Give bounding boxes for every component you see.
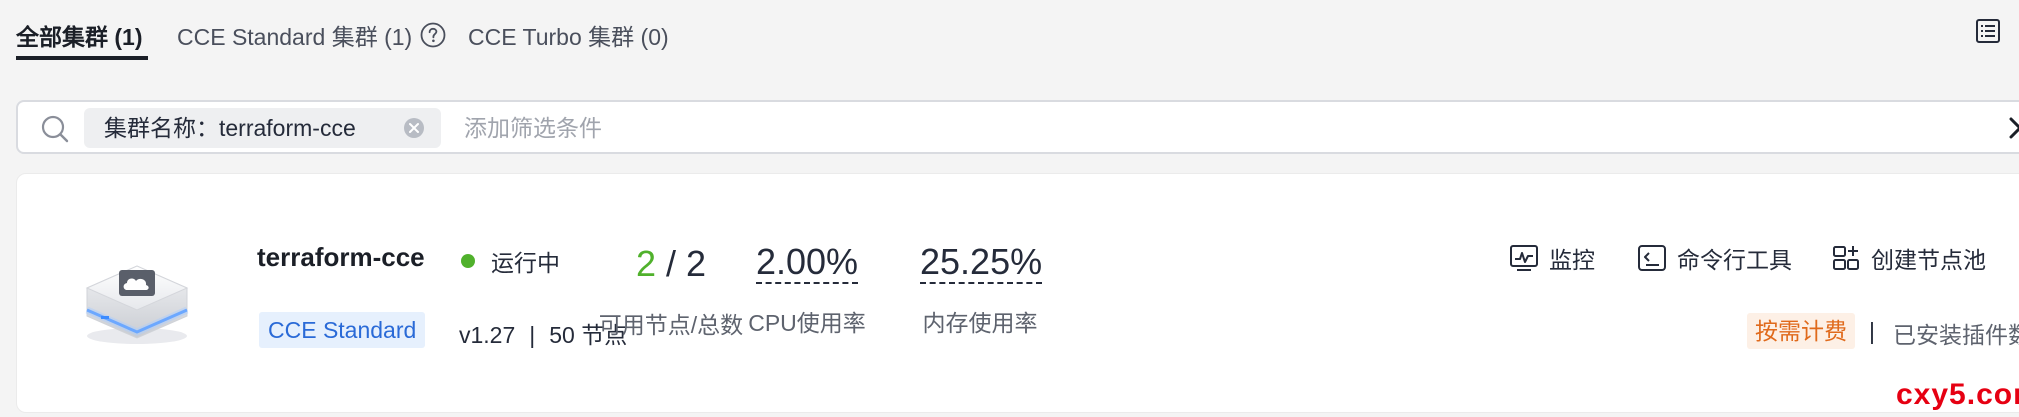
memory-metric: 25.25% 内存使用率 xyxy=(920,242,1043,338)
tab-all-clusters-label: 全部集群 (1) xyxy=(16,24,143,50)
memory-usage-value[interactable]: 25.25% xyxy=(920,242,1043,284)
tab-cce-turbo-label: CCE Turbo 集群 (0) xyxy=(468,24,669,50)
billing-mode-badge: 按需计费 xyxy=(1747,313,1855,349)
nodes-metric: 2 / 2 可用节点/总数 xyxy=(591,242,751,340)
monitor-icon xyxy=(1510,245,1538,271)
terminal-icon xyxy=(1638,245,1666,271)
status-dot-icon xyxy=(461,254,475,268)
nodes-metric-label: 可用节点/总数 xyxy=(598,312,744,338)
status-label: 运行中 xyxy=(491,250,560,276)
help-icon[interactable] xyxy=(420,22,446,48)
add-filter-input[interactable] xyxy=(464,108,1864,148)
cpu-usage-value[interactable]: 2.00% xyxy=(755,242,859,284)
create-nodepool-button[interactable]: 创建节点池 xyxy=(1831,241,1986,275)
cli-tool-button[interactable]: 命令行工具 xyxy=(1637,241,1792,275)
filter-search-bar[interactable]: 集群名称：terraform-cce xyxy=(16,100,2019,154)
cluster-card: terraform-cce 运行中 CCE Standard v1.27 | 50 … xyxy=(16,173,2019,413)
cluster-logo-icon xyxy=(85,265,189,344)
version-separator: | xyxy=(529,322,536,348)
cpu-usage-label: CPU使用率 xyxy=(748,310,866,336)
monitor-button[interactable]: 监控 xyxy=(1509,241,1595,275)
list-view-icon[interactable] xyxy=(1975,18,2001,44)
nodes-separator: / xyxy=(655,243,686,284)
tab-all-clusters[interactable]: 全部集群 (1) xyxy=(16,18,143,52)
cluster-status: 运行中 xyxy=(461,244,560,278)
tag-close-icon[interactable] xyxy=(403,117,425,139)
filter-tag-label: 集群名称：terraform-cce xyxy=(104,115,356,141)
monitor-label: 监控 xyxy=(1549,247,1595,273)
memory-usage-label: 内存使用率 xyxy=(922,310,1038,336)
cluster-name-link[interactable]: terraform-cce xyxy=(257,242,425,273)
cluster-type-badge: CCE Standard xyxy=(259,312,426,348)
nodes-available: 2 xyxy=(635,243,656,284)
create-nodepool-icon xyxy=(1833,246,1859,270)
tab-cce-standard-label: CCE Standard 集群 (1) xyxy=(177,24,413,50)
close-icon[interactable] xyxy=(2008,116,2019,140)
cluster-version: v1.27 xyxy=(459,322,516,348)
billing-separator: | xyxy=(1869,318,1875,344)
active-tab-indicator xyxy=(16,56,148,60)
nodes-total: 2 xyxy=(686,243,707,284)
cpu-metric: 2.00% CPU使用率 xyxy=(747,242,867,338)
create-nodepool-label: 创建节点池 xyxy=(1871,247,1986,273)
tab-cce-turbo[interactable]: CCE Turbo 集群 (0) xyxy=(468,18,669,52)
installed-addons-link[interactable]: 已安装插件数 xyxy=(1893,316,2019,350)
search-icon xyxy=(41,115,69,143)
tab-cce-standard[interactable]: CCE Standard 集群 (1) xyxy=(177,18,446,52)
filter-tag-cluster-name: 集群名称：terraform-cce xyxy=(84,108,441,148)
cli-tool-label: 命令行工具 xyxy=(1677,247,1792,273)
nodes-metric-value: 2 / 2 xyxy=(591,242,751,286)
site-watermark: cxy5.com xyxy=(1896,378,2019,411)
cluster-type-tabs: 全部集群 (1) CCE Standard 集群 (1) CCE Turbo 集… xyxy=(16,0,2019,64)
